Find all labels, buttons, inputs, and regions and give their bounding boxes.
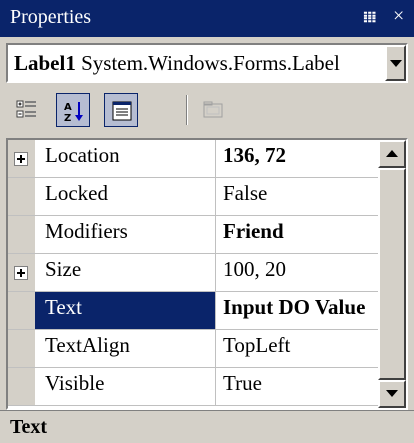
- title-bar: Properties 𝍖 ×: [0, 0, 414, 37]
- object-selector-text: Label1 System.Windows.Forms.Label: [14, 51, 340, 76]
- row-margin: [8, 368, 35, 405]
- property-row[interactable]: Size 100, 20: [8, 254, 378, 292]
- scroll-up-icon[interactable]: [378, 140, 406, 168]
- toolbar-separator: [186, 95, 188, 125]
- row-margin: [8, 140, 35, 177]
- property-row[interactable]: Locked False: [8, 178, 378, 216]
- properties-button[interactable]: [104, 93, 138, 127]
- property-name: Visible: [45, 371, 105, 395]
- row-margin: [8, 330, 35, 367]
- property-row[interactable]: Text Input DO Value: [8, 292, 378, 330]
- close-icon[interactable]: ×: [393, 5, 404, 28]
- categorized-button[interactable]: [10, 93, 44, 127]
- toolbar: A Z: [0, 87, 414, 135]
- row-margin: [8, 254, 35, 291]
- property-name: Text: [35, 292, 215, 329]
- property-row[interactable]: Visible True: [8, 368, 378, 406]
- property-value[interactable]: True: [215, 368, 378, 405]
- row-margin: [8, 178, 35, 215]
- property-row[interactable]: Modifiers Friend: [8, 216, 378, 254]
- property-value[interactable]: 136, 72: [215, 140, 378, 177]
- categorized-icon: [16, 100, 36, 118]
- property-grid: Location 136, 72 Locked False Modifiers Frien…: [6, 138, 408, 410]
- window-title: Properties: [10, 6, 92, 28]
- pin-icon[interactable]: 𝍖: [363, 8, 376, 27]
- property-name: Size: [45, 257, 82, 281]
- expand-plus-icon[interactable]: [14, 152, 28, 166]
- property-value[interactable]: 100, 20: [215, 254, 378, 291]
- property-name: Modifiers: [45, 219, 128, 243]
- expand-plus-icon[interactable]: [14, 266, 28, 280]
- properties-icon: [112, 101, 132, 121]
- alpha-bottom-letter: Z: [64, 113, 71, 122]
- object-name: Label1: [14, 51, 76, 75]
- chevron-down-icon[interactable]: [385, 45, 406, 81]
- property-pages-button[interactable]: [196, 93, 230, 127]
- object-type: System.Windows.Forms.Label: [81, 51, 340, 75]
- property-name: Locked: [45, 181, 108, 205]
- property-name: Location: [45, 143, 120, 167]
- property-name: TextAlign: [45, 333, 130, 357]
- property-row[interactable]: Location 136, 72: [8, 140, 378, 178]
- property-row[interactable]: TextAlign TopLeft: [8, 330, 378, 368]
- description-pane: Text: [0, 410, 414, 443]
- property-value[interactable]: TopLeft: [215, 330, 378, 367]
- row-margin: [8, 292, 35, 329]
- scroll-down-icon[interactable]: [378, 380, 406, 408]
- description-title: Text: [10, 416, 48, 438]
- property-value[interactable]: Input DO Value: [215, 292, 378, 329]
- scrollbar-thumb[interactable]: [378, 168, 406, 380]
- property-value[interactable]: Friend: [215, 216, 378, 253]
- alpha-top-letter: A: [64, 102, 72, 113]
- alphabetical-button[interactable]: A Z: [56, 93, 90, 127]
- property-pages-icon: [203, 101, 223, 118]
- property-value[interactable]: False: [215, 178, 378, 215]
- vertical-scrollbar[interactable]: [378, 140, 406, 408]
- alphabetical-sort-icon: A Z: [64, 102, 83, 122]
- object-selector[interactable]: Label1 System.Windows.Forms.Label: [6, 43, 408, 83]
- row-margin: [8, 216, 35, 253]
